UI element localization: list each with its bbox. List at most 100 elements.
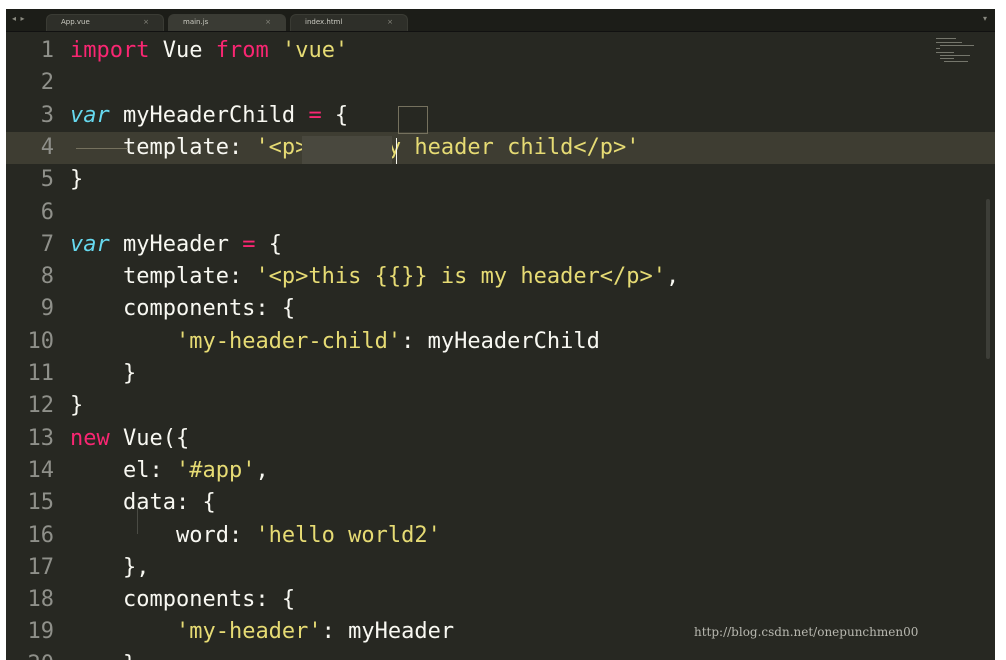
code-token: : myHeaderChild	[401, 328, 600, 354]
code-text: components: {	[70, 584, 295, 616]
code-token: components: {	[70, 587, 296, 613]
code-line[interactable]: 18 components: {	[6, 584, 995, 616]
code-text: var myHeader = {	[70, 229, 282, 261]
code-text: 'my-header': myHeader	[70, 616, 454, 648]
line-number: 2	[40, 70, 54, 96]
close-icon[interactable]: ×	[143, 18, 149, 26]
code-token: =	[308, 102, 322, 128]
code-token: 'hello world2'	[255, 522, 441, 548]
code-line[interactable]: 14 el: '#app',	[6, 455, 995, 487]
code-text: new Vue({	[70, 423, 189, 455]
indent-guide	[76, 148, 128, 149]
code-token: template:	[70, 264, 256, 290]
code-line[interactable]: 11 }	[6, 358, 995, 390]
code-token: '<p>this {{}} is my header</p>'	[255, 264, 667, 290]
line-number: 10	[27, 328, 55, 354]
code-line[interactable]: 9 components: {	[6, 293, 995, 325]
line-number: 3	[40, 102, 54, 128]
tab-nav-arrows-icon[interactable]: ◂ ▸	[12, 14, 26, 23]
code-editor[interactable]: 20 }19 'my-header': myHeader18 component…	[6, 32, 995, 660]
code-token: '#app'	[175, 457, 256, 483]
code-line[interactable]: 12}	[6, 390, 995, 422]
code-text: },	[70, 552, 150, 584]
code-line[interactable]: 3 var myHeaderChild = {	[6, 100, 995, 132]
code-line[interactable]: 7 var myHeader = {	[6, 229, 995, 261]
line-number: 15	[27, 490, 55, 516]
code-line[interactable]: 10 'my-header-child': myHeaderChild	[6, 326, 995, 358]
code-token: ,	[255, 457, 269, 483]
tab-app-vue[interactable]: App.vue ×	[46, 14, 164, 31]
code-token: var	[70, 102, 110, 128]
line-number: 4	[40, 134, 54, 160]
code-text: word: 'hello world2'	[70, 520, 441, 552]
code-token: }	[70, 167, 84, 193]
line-number: 9	[40, 296, 54, 322]
code-token: var	[70, 231, 110, 257]
close-icon[interactable]: ×	[265, 18, 271, 26]
code-token: myHeader	[109, 231, 243, 257]
code-line[interactable]: 4 template: '<p>i am my header child</p>…	[6, 131, 995, 164]
code-token: import	[70, 38, 150, 63]
chevron-down-icon[interactable]: ▾	[983, 14, 987, 23]
watermark: http://blog.csdn.net/onepunchmen00	[694, 625, 919, 639]
code-token: el:	[70, 457, 176, 483]
code-text: }	[70, 649, 136, 660]
code-token: 'vue'	[281, 38, 349, 63]
code-line[interactable]: 13 new Vue({	[6, 423, 995, 455]
line-number: 7	[40, 231, 54, 257]
tab-main-js[interactable]: main.js ×	[168, 14, 286, 31]
code-token: Vue	[149, 38, 216, 63]
code-line[interactable]: 8 template: '<p>this {{}} is my header</…	[6, 261, 995, 293]
code-line[interactable]: 5}	[6, 164, 995, 196]
vertical-scrollbar[interactable]	[986, 199, 990, 359]
line-number: 19	[27, 619, 55, 645]
line-number: 17	[27, 554, 55, 580]
tab-label: App.vue	[61, 18, 90, 26]
code-line[interactable]: 2	[6, 67, 995, 99]
indent-guide	[137, 502, 138, 534]
text-cursor	[396, 138, 397, 164]
tab-index-html[interactable]: index.html ×	[290, 14, 408, 31]
code-text: }	[70, 390, 83, 422]
sublime-editor-window: ◂ ▸ App.vue × main.js × index.html × ▾ 2…	[6, 9, 995, 660]
line-number: 13	[27, 425, 55, 451]
line-number: 6	[40, 199, 54, 225]
line-number: 1	[40, 38, 54, 63]
selection-highlight	[302, 136, 392, 164]
code-text: data: {	[70, 487, 216, 519]
code-token: }	[70, 361, 137, 386]
line-number: 18	[27, 587, 55, 613]
line-number: 12	[27, 393, 55, 419]
code-token: },	[70, 554, 150, 580]
code-line[interactable]: 1 import Vue from 'vue'	[6, 35, 995, 67]
code-token: Vue({	[109, 425, 190, 451]
code-line[interactable]: 20 }	[6, 649, 995, 660]
code-text: el: '#app',	[70, 455, 269, 487]
code-line[interactable]: 15 data: {	[6, 487, 995, 519]
line-number: 5	[40, 167, 54, 193]
code-token: }	[70, 393, 84, 419]
minimap[interactable]	[934, 36, 982, 76]
code-token: myHeaderChild	[109, 102, 309, 128]
code-token: 'my-header-child'	[175, 328, 402, 354]
line-number: 16	[27, 522, 55, 548]
code-line[interactable]: 16 word: 'hello world2'	[6, 520, 995, 552]
code-token: =	[242, 231, 256, 257]
matching-brace-box	[398, 106, 428, 134]
code-text: 'my-header-child': myHeaderChild	[70, 326, 600, 358]
code-token: {	[321, 102, 349, 128]
code-line[interactable]: 6	[6, 197, 995, 229]
tab-bar: ◂ ▸ App.vue × main.js × index.html × ▾	[6, 9, 995, 32]
close-icon[interactable]: ×	[387, 18, 393, 26]
code-line[interactable]: 17 },	[6, 552, 995, 584]
code-token: components: {	[70, 296, 296, 322]
code-token: : myHeader	[321, 619, 455, 645]
code-token: word:	[70, 522, 256, 548]
code-text: }	[70, 164, 83, 196]
tab-label: index.html	[305, 18, 343, 26]
code-text: var myHeaderChild = {	[70, 100, 348, 132]
code-token: {	[255, 231, 282, 257]
